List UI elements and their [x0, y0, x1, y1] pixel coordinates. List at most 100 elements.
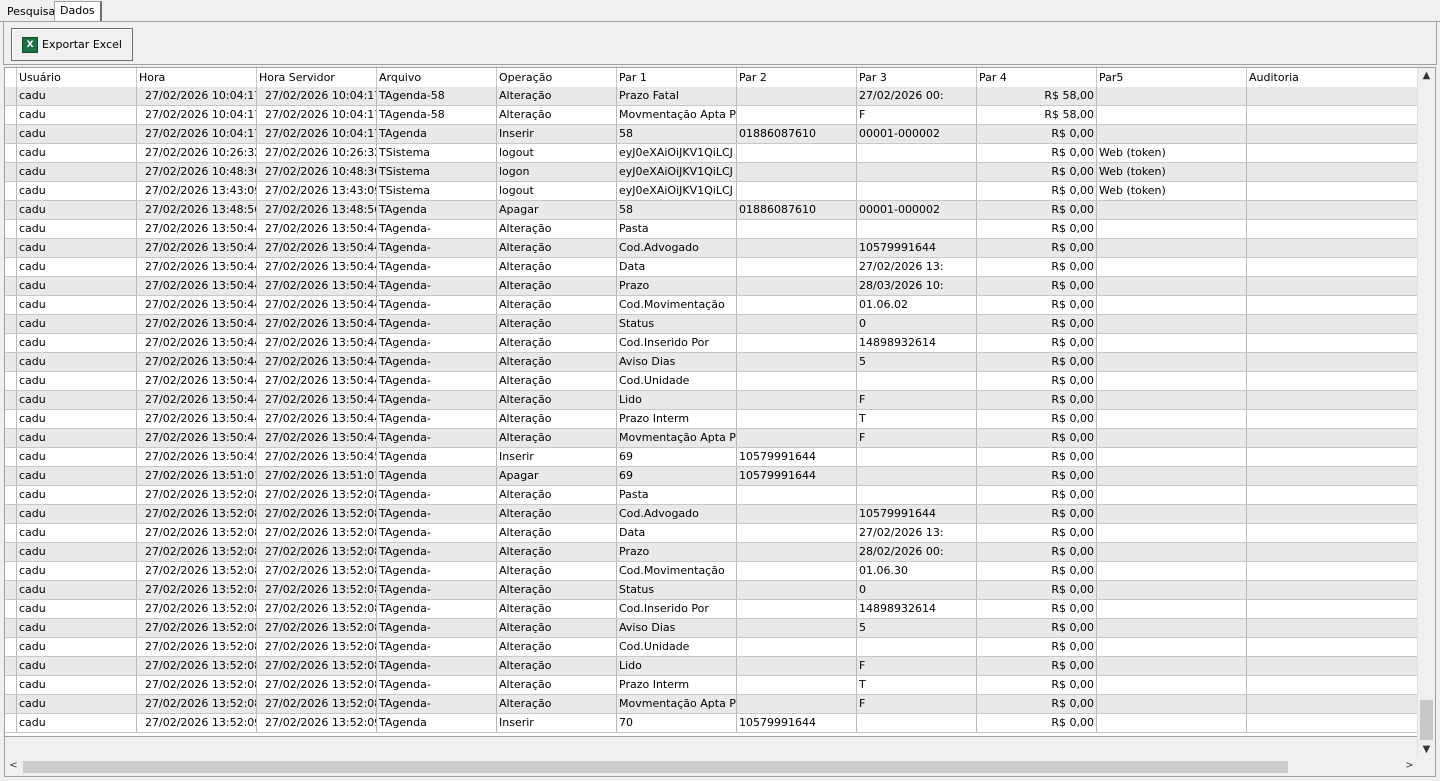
- table-cell[interactable]: Pasta: [617, 486, 737, 504]
- table-cell[interactable]: Alteração: [497, 296, 617, 314]
- table-cell[interactable]: [737, 410, 857, 428]
- table-cell[interactable]: [1097, 87, 1247, 105]
- table-cell[interactable]: TAgenda-: [377, 676, 497, 694]
- table-cell[interactable]: [1097, 334, 1247, 352]
- tab-dados[interactable]: Dados: [54, 1, 102, 22]
- table-cell[interactable]: 27/02/2026 13:: [857, 524, 977, 542]
- table-row[interactable]: cadu 27/02/2026 13:50:44 27/02/2026 13:50:…: [5, 258, 1419, 277]
- table-cell[interactable]: cadu: [17, 524, 137, 542]
- table-cell[interactable]: R$ 0,00: [977, 182, 1097, 200]
- table-row[interactable]: cadu 27/02/2026 13:52:08 27/02/2026 13:52:…: [5, 695, 1419, 714]
- table-cell[interactable]: TAgenda: [377, 125, 497, 143]
- table-cell[interactable]: 27/02/2026 10:26:32: [137, 144, 257, 162]
- table-cell[interactable]: [737, 163, 857, 181]
- table-cell[interactable]: 00001-000002: [857, 201, 977, 219]
- table-cell[interactable]: 70: [617, 714, 737, 732]
- table-cell[interactable]: [1247, 695, 1419, 713]
- table-cell[interactable]: [737, 581, 857, 599]
- table-cell[interactable]: [1247, 619, 1419, 637]
- table-cell[interactable]: 27/02/2026 13:50:44: [137, 334, 257, 352]
- table-cell[interactable]: [1247, 581, 1419, 599]
- table-cell[interactable]: [1097, 353, 1247, 371]
- table-cell[interactable]: 27/02/2026 13:52:08: [137, 695, 257, 713]
- table-row[interactable]: cadu 27/02/2026 13:52:08 27/02/2026 13:52:…: [5, 619, 1419, 638]
- table-cell[interactable]: [737, 391, 857, 409]
- table-cell[interactable]: R$ 0,00: [977, 467, 1097, 485]
- table-cell[interactable]: [857, 714, 977, 732]
- table-cell[interactable]: R$ 0,00: [977, 619, 1097, 637]
- table-cell[interactable]: Prazo Interm: [617, 410, 737, 428]
- table-cell[interactable]: 27/02/2026 13:52:08: [257, 524, 377, 542]
- table-cell[interactable]: Alteração: [497, 258, 617, 276]
- table-cell[interactable]: 58: [617, 125, 737, 143]
- table-cell[interactable]: [1097, 543, 1247, 561]
- table-row[interactable]: cadu 27/02/2026 13:50:44 27/02/2026 13:50:…: [5, 353, 1419, 372]
- table-cell[interactable]: [737, 296, 857, 314]
- table-cell[interactable]: TAgenda-: [377, 562, 497, 580]
- table-cell[interactable]: [737, 239, 857, 257]
- table-cell[interactable]: TAgenda: [377, 201, 497, 219]
- row-indicator[interactable]: [5, 657, 17, 675]
- table-cell[interactable]: cadu: [17, 505, 137, 523]
- table-cell[interactable]: Status: [617, 315, 737, 333]
- table-cell[interactable]: R$ 58,00: [977, 87, 1097, 105]
- table-cell[interactable]: 69: [617, 467, 737, 485]
- table-cell[interactable]: Cod.Unidade: [617, 638, 737, 656]
- row-indicator[interactable]: [5, 163, 17, 181]
- table-row[interactable]: cadu 27/02/2026 13:52:08 27/02/2026 13:52:…: [5, 638, 1419, 657]
- row-indicator[interactable]: [5, 125, 17, 143]
- table-cell[interactable]: 28/02/2026 00:: [857, 543, 977, 561]
- table-row[interactable]: cadu 27/02/2026 13:50:44 27/02/2026 13:50:…: [5, 277, 1419, 296]
- table-cell[interactable]: [737, 505, 857, 523]
- table-cell[interactable]: cadu: [17, 676, 137, 694]
- table-cell[interactable]: [1097, 410, 1247, 428]
- table-cell[interactable]: Web (token): [1097, 163, 1247, 181]
- table-cell[interactable]: 27/02/2026 13:50:44: [137, 315, 257, 333]
- table-cell[interactable]: [737, 353, 857, 371]
- table-cell[interactable]: R$ 0,00: [977, 391, 1097, 409]
- table-row[interactable]: cadu 27/02/2026 13:43:09 27/02/2026 13:43:…: [5, 182, 1419, 201]
- table-cell[interactable]: [1247, 600, 1419, 618]
- table-cell[interactable]: [857, 144, 977, 162]
- table-cell[interactable]: [1097, 296, 1247, 314]
- table-cell[interactable]: 27/02/2026 13:50:44: [257, 372, 377, 390]
- vertical-scroll-thumb[interactable]: [1420, 700, 1433, 740]
- table-cell[interactable]: 00001-000002: [857, 125, 977, 143]
- table-cell[interactable]: F: [857, 391, 977, 409]
- table-cell[interactable]: [1247, 410, 1419, 428]
- table-cell[interactable]: Alteração: [497, 410, 617, 428]
- table-row[interactable]: cadu 27/02/2026 13:50:44 27/02/2026 13:50:…: [5, 334, 1419, 353]
- row-indicator[interactable]: [5, 486, 17, 504]
- table-cell[interactable]: R$ 0,00: [977, 486, 1097, 504]
- table-cell[interactable]: [1097, 600, 1247, 618]
- table-cell[interactable]: Alteração: [497, 676, 617, 694]
- table-cell[interactable]: cadu: [17, 334, 137, 352]
- column-header[interactable]: Par 2: [737, 68, 857, 87]
- table-cell[interactable]: T: [857, 410, 977, 428]
- table-cell[interactable]: [737, 220, 857, 238]
- table-cell[interactable]: 5: [857, 619, 977, 637]
- table-cell[interactable]: [1247, 391, 1419, 409]
- table-row[interactable]: cadu 27/02/2026 10:04:17 27/02/2026 10:04:…: [5, 125, 1419, 144]
- table-cell[interactable]: [737, 676, 857, 694]
- table-cell[interactable]: cadu: [17, 714, 137, 732]
- table-cell[interactable]: 27/02/2026 10:04:17: [257, 87, 377, 105]
- table-cell[interactable]: Data: [617, 258, 737, 276]
- table-cell[interactable]: Alteração: [497, 391, 617, 409]
- table-cell[interactable]: TAgenda: [377, 467, 497, 485]
- table-cell[interactable]: 27/02/2026 13:50:44: [257, 334, 377, 352]
- table-cell[interactable]: Alteração: [497, 220, 617, 238]
- table-row[interactable]: cadu 27/02/2026 13:50:45 27/02/2026 13:50:…: [5, 448, 1419, 467]
- table-cell[interactable]: 27/02/2026 13:50:44: [137, 277, 257, 295]
- table-cell[interactable]: [1247, 486, 1419, 504]
- table-cell[interactable]: R$ 0,00: [977, 144, 1097, 162]
- table-cell[interactable]: 27/02/2026 13:43:09: [137, 182, 257, 200]
- table-cell[interactable]: cadu: [17, 87, 137, 105]
- table-cell[interactable]: TAgenda-: [377, 600, 497, 618]
- table-cell[interactable]: 27/02/2026 00:: [857, 87, 977, 105]
- table-cell[interactable]: [1097, 258, 1247, 276]
- table-cell[interactable]: [857, 486, 977, 504]
- table-cell[interactable]: R$ 0,00: [977, 372, 1097, 390]
- scroll-up-icon[interactable]: ▲: [1418, 70, 1435, 81]
- column-header[interactable]: Hora Servidor: [257, 68, 377, 87]
